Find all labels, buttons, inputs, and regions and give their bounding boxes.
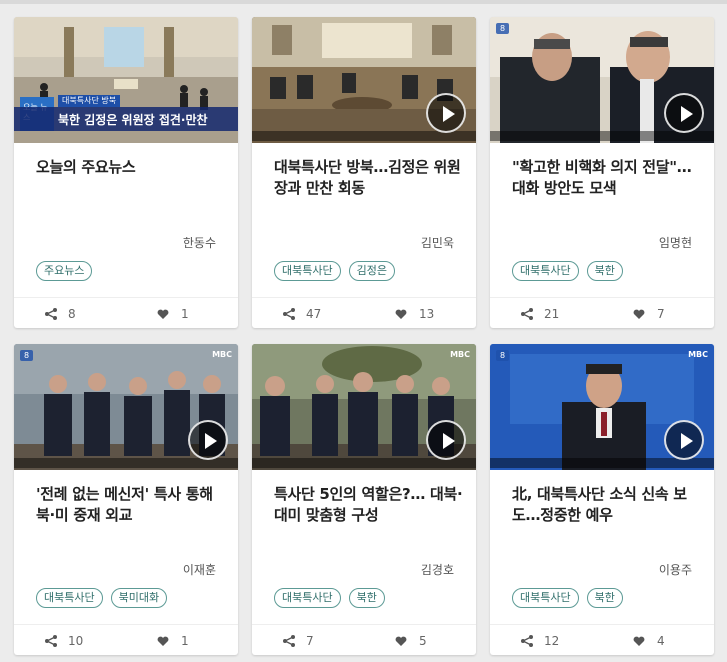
- share-icon[interactable]: [520, 308, 534, 320]
- card-title[interactable]: "확고한 비핵화 의지 전달"…대화 방안도 모색: [512, 157, 702, 199]
- like-control[interactable]: 13: [395, 307, 434, 321]
- share-count: 7: [306, 634, 314, 648]
- card-tags: 주요뉴스: [36, 261, 93, 281]
- share-control[interactable]: 10: [44, 634, 83, 648]
- like-control[interactable]: 5: [395, 634, 427, 648]
- video-thumbnail[interactable]: 8 MBC: [490, 344, 714, 470]
- card-title[interactable]: '전례 없는 메신저' 특사 통해 북·미 중재 외교: [36, 484, 226, 526]
- news-card[interactable]: MBC 특사단 5인의 역할은?… 대북·대미 맞춤형 구성 김경호 대북특사단…: [252, 344, 476, 655]
- heart-icon[interactable]: [395, 636, 407, 647]
- mbc-logo-icon: MBC: [212, 350, 232, 359]
- card-footer: 8 1: [14, 297, 238, 328]
- thumbnail-subcaption: 대북특사단 방북: [58, 95, 121, 107]
- card-footer: 47 13: [252, 297, 476, 328]
- share-control[interactable]: 12: [520, 634, 559, 648]
- video-thumbnail[interactable]: [252, 17, 476, 143]
- share-icon[interactable]: [44, 308, 58, 320]
- card-tags: 대북특사단 김정은: [274, 261, 395, 281]
- card-author: 이재훈: [182, 563, 216, 577]
- card-footer: 7 5: [252, 624, 476, 655]
- heart-icon[interactable]: [157, 636, 169, 647]
- mbc-logo-icon: MBC: [688, 350, 708, 359]
- share-control[interactable]: 8: [44, 307, 76, 321]
- tag-chip[interactable]: 주요뉴스: [36, 261, 93, 281]
- card-author: 임명현: [658, 236, 692, 250]
- like-count: 4: [657, 634, 665, 648]
- card-author: 김민욱: [420, 236, 454, 250]
- channel-badge-icon: 8: [20, 350, 34, 361]
- share-count: 47: [306, 307, 322, 321]
- top-divider: [0, 0, 727, 4]
- tag-chip[interactable]: 대북특사단: [512, 588, 579, 608]
- thumbnail-caption: 북한 김정은 위원장 접견·만찬: [14, 107, 238, 131]
- tag-chip[interactable]: 대북특사단: [274, 261, 341, 281]
- video-thumbnail[interactable]: 8 MBC: [14, 344, 238, 470]
- like-control[interactable]: 1: [157, 634, 189, 648]
- like-count: 13: [419, 307, 435, 321]
- tag-chip[interactable]: 대북특사단: [36, 588, 103, 608]
- play-button[interactable]: [426, 93, 466, 133]
- share-count: 12: [544, 634, 560, 648]
- share-count: 8: [68, 307, 76, 321]
- play-button[interactable]: [664, 93, 704, 133]
- share-count: 21: [544, 307, 560, 321]
- tag-chip[interactable]: 대북특사단: [274, 588, 341, 608]
- tag-chip[interactable]: 북한: [586, 588, 623, 608]
- card-footer: 21 7: [490, 297, 714, 328]
- tag-chip[interactable]: 대북특사단: [512, 261, 579, 281]
- card-title[interactable]: 특사단 5인의 역할은?… 대북·대미 맞춤형 구성: [274, 484, 464, 526]
- news-card[interactable]: 8 MBC '전례 없는 메신저' 특사 통해 북·미 중재 외교 이재훈 대북…: [14, 344, 238, 655]
- share-icon[interactable]: [520, 635, 534, 647]
- card-tags: 대북특사단 북한: [512, 588, 623, 608]
- play-button[interactable]: [188, 420, 228, 460]
- card-footer: 12 4: [490, 624, 714, 655]
- mbc-logo-icon: MBC: [450, 350, 470, 359]
- like-control[interactable]: 1: [157, 307, 189, 321]
- like-count: 5: [419, 634, 427, 648]
- card-footer: 10 1: [14, 624, 238, 655]
- tag-chip[interactable]: 북한: [586, 261, 623, 281]
- play-button[interactable]: [664, 420, 704, 460]
- like-count: 7: [657, 307, 665, 321]
- video-thumbnail[interactable]: MBC: [252, 344, 476, 470]
- share-icon[interactable]: [282, 635, 296, 647]
- like-control[interactable]: 7: [633, 307, 665, 321]
- share-icon[interactable]: [282, 308, 296, 320]
- tag-chip[interactable]: 김정은: [348, 261, 395, 281]
- share-control[interactable]: 21: [520, 307, 559, 321]
- card-author: 이용주: [658, 563, 692, 577]
- heart-icon[interactable]: [633, 636, 645, 647]
- tag-chip[interactable]: 북미대화: [110, 588, 168, 608]
- channel-badge-icon: 8: [496, 350, 510, 361]
- news-card[interactable]: 대북특사단 방북…김정은 위원장과 만찬 회동 김민욱 대북특사단 김정은 47…: [252, 17, 476, 328]
- card-author: 한동수: [182, 236, 216, 250]
- like-count: 1: [181, 307, 189, 321]
- card-tags: 대북특사단 북한: [512, 261, 623, 281]
- share-count: 10: [68, 634, 84, 648]
- share-control[interactable]: 7: [282, 634, 314, 648]
- heart-icon[interactable]: [633, 309, 645, 320]
- card-title[interactable]: 오늘의 주요뉴스: [36, 157, 226, 178]
- news-card[interactable]: 8 "확고한 비핵화 의지 전달"…대화 방안도 모색 임명현 대북특사단 북한…: [490, 17, 714, 328]
- video-thumbnail[interactable]: 오늘 뉴스 대북특사단 방북 북한 김정은 위원장 접견·만찬: [14, 17, 238, 143]
- heart-icon[interactable]: [395, 309, 407, 320]
- like-count: 1: [181, 634, 189, 648]
- like-control[interactable]: 4: [633, 634, 665, 648]
- card-title[interactable]: 대북특사단 방북…김정은 위원장과 만찬 회동: [274, 157, 464, 199]
- channel-badge-icon: 8: [496, 23, 510, 34]
- play-button[interactable]: [426, 420, 466, 460]
- share-control[interactable]: 47: [282, 307, 321, 321]
- card-tags: 대북특사단 북미대화: [36, 588, 168, 608]
- tag-chip[interactable]: 북한: [348, 588, 385, 608]
- news-card[interactable]: 오늘 뉴스 대북특사단 방북 북한 김정은 위원장 접견·만찬 오늘의 주요뉴스…: [14, 17, 238, 328]
- card-title[interactable]: 北, 대북특사단 소식 신속 보도…정중한 예우: [512, 484, 702, 526]
- card-author: 김경호: [420, 563, 454, 577]
- heart-icon[interactable]: [157, 309, 169, 320]
- share-icon[interactable]: [44, 635, 58, 647]
- video-thumbnail[interactable]: 8: [490, 17, 714, 143]
- news-card[interactable]: 8 MBC 北, 대북특사단 소식 신속 보도…정중한 예우 이용주 대북특사단…: [490, 344, 714, 655]
- card-tags: 대북특사단 북한: [274, 588, 385, 608]
